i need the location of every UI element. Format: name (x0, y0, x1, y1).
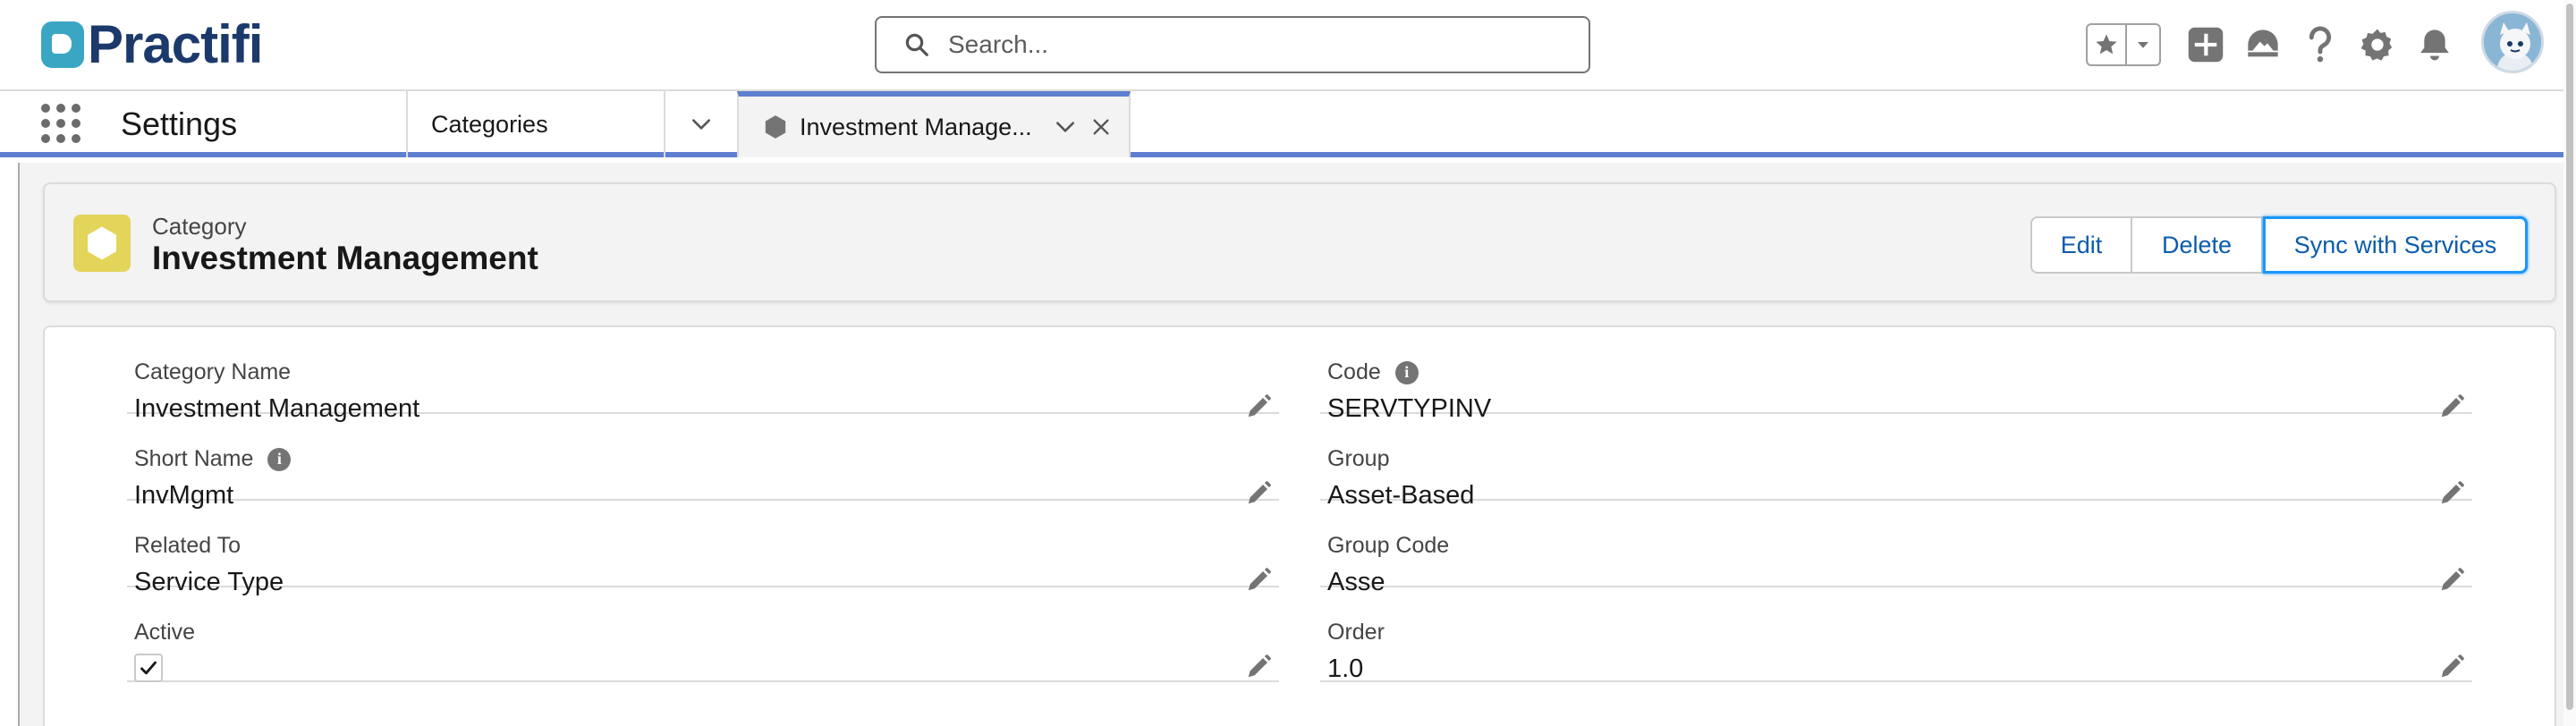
left-rail (0, 163, 20, 726)
field-order: Order 1.0 (1320, 587, 2472, 683)
field-label: Active (134, 620, 196, 645)
nav-item-categories-label: Categories (431, 110, 548, 138)
info-icon[interactable]: i (1394, 360, 1419, 384)
record-type-label: Category (152, 213, 247, 240)
field-label-wrapper: Code i (1327, 359, 1419, 385)
info-icon[interactable]: i (267, 447, 292, 471)
field-short-name: Short Name i InvMgmt (127, 414, 1279, 510)
field-label: Category Name (134, 359, 292, 384)
practifi-logo-mark-icon (41, 21, 84, 68)
edit-pencil-icon[interactable] (1245, 654, 1272, 680)
checkmark-icon (140, 661, 157, 675)
record-detail-card: Category Name Investment Management Shor… (43, 325, 2556, 726)
edit-button[interactable]: Edit (2030, 216, 2132, 274)
app-navigation-bar: Settings Categories Investment Manage... (0, 91, 2576, 157)
nav-more-button[interactable] (664, 91, 737, 157)
notifications-bell-icon[interactable] (2415, 25, 2454, 64)
field-label: Code (1327, 359, 1381, 384)
global-header: Practifi (0, 0, 2576, 91)
brand-name: Practifi (88, 14, 263, 74)
field-label: Order (1327, 620, 1385, 645)
field-code: Code i SERVTYPINV (1320, 327, 2472, 423)
setup-gear-icon[interactable] (2358, 25, 2397, 64)
page-scrollbar[interactable] (2563, 0, 2576, 726)
search-input[interactable] (948, 30, 1574, 59)
record-highlights-panel: Category Investment Management Edit Dele… (43, 182, 2556, 302)
field-label: Short Name (134, 446, 254, 471)
app-launcher-icon[interactable] (41, 104, 80, 143)
field-value: 1.0 (1327, 654, 1364, 683)
tab-close-icon[interactable] (1089, 117, 1113, 137)
help-icon[interactable] (2301, 25, 2340, 64)
tab-investment-management[interactable]: Investment Manage... (737, 91, 1131, 157)
tab-chevron-down-icon[interactable] (1054, 115, 1077, 139)
edit-pencil-icon[interactable] (2438, 654, 2465, 680)
favorites-caret-icon[interactable] (2127, 25, 2159, 64)
field-label: Related To (134, 533, 242, 558)
delete-button[interactable]: Delete (2132, 216, 2263, 274)
user-avatar-icon (2484, 13, 2541, 71)
field-label: Group Code (1327, 533, 1450, 558)
favorites-button-group[interactable] (2086, 23, 2161, 66)
field-label: Group (1327, 446, 1390, 471)
favorites-star-icon[interactable] (2088, 25, 2127, 64)
active-checkbox[interactable] (134, 654, 163, 682)
category-record-icon (73, 215, 131, 272)
record-action-buttons: Edit Delete Sync with Services (2030, 216, 2528, 274)
sync-with-services-button[interactable]: Sync with Services (2263, 216, 2528, 274)
category-hexagon-icon (765, 115, 786, 139)
field-group: Group Asset-Based (1320, 414, 2472, 510)
field-group-code: Group Code Asse (1320, 501, 2472, 596)
practifi-logo[interactable]: Practifi (41, 14, 263, 74)
trailhead-icon[interactable] (2243, 25, 2283, 64)
header-utility-icons (2086, 20, 2472, 70)
search-icon (905, 33, 928, 56)
global-search-box[interactable] (875, 16, 1590, 73)
avatar[interactable] (2481, 11, 2544, 73)
global-create-icon[interactable] (2186, 25, 2225, 64)
chevron-down-icon (692, 119, 710, 130)
tab-label: Investment Manage... (800, 113, 1032, 140)
nav-item-categories[interactable]: Categories (406, 91, 664, 157)
field-label-wrapper: Short Name i (134, 446, 292, 472)
field-related-to: Related To Service Type (127, 501, 1279, 596)
field-active: Active (127, 587, 1279, 682)
record-title: Investment Management (152, 240, 538, 276)
field-category-name: Category Name Investment Management (127, 327, 1279, 423)
app-name: Settings (121, 106, 238, 142)
